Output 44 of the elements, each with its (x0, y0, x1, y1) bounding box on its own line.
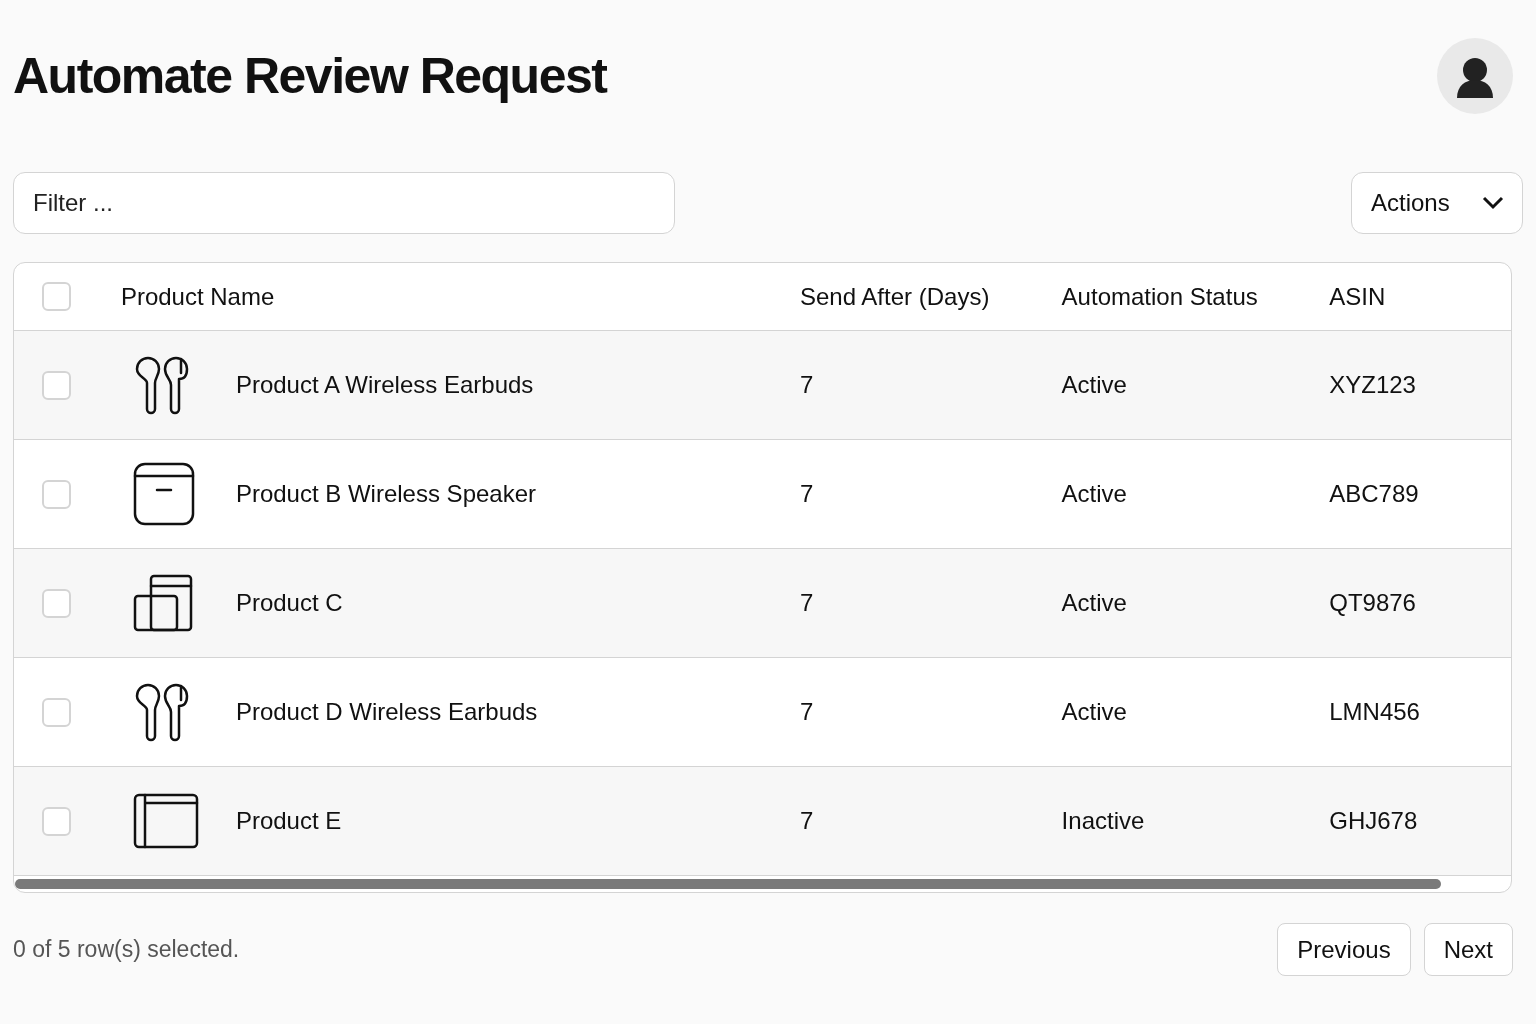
chevron-down-icon (1482, 196, 1504, 210)
selection-count: 0 of 5 row(s) selected. (13, 935, 240, 965)
table-cell: Active (1061, 698, 1127, 725)
table-cell: GHJ678 (1329, 807, 1418, 834)
pagination-button[interactable]: Next (1423, 923, 1513, 976)
table-cell: Active (1061, 371, 1127, 398)
table-cell: ABC789 (1329, 480, 1419, 507)
horizontal-scrollbar[interactable] (15, 879, 1441, 889)
filter-field[interactable]: Filter ... (13, 172, 675, 234)
row-checkbox[interactable] (42, 806, 71, 836)
table-cell: Active (1061, 589, 1127, 616)
column-header: Automation Status (1061, 282, 1258, 310)
table-row[interactable]: Product A Wireless Earbuds 7 Active XYZ123 (14, 331, 1511, 440)
page-title: Automate Review Request (13, 51, 607, 101)
table-cell: 7 (799, 807, 814, 834)
table-row[interactable]: Product E 7 Inactive GHJ678 (14, 767, 1511, 876)
column-header: Send After (Days) (799, 282, 990, 310)
actions-button[interactable]: Actions (1351, 172, 1523, 234)
tablets-icon (132, 574, 195, 632)
table-cell: 7 (799, 589, 814, 616)
table-cell: 7 (799, 371, 814, 398)
table-cell-text: Product D Wireless Earbuds (235, 697, 538, 727)
folio-case-icon (132, 793, 199, 849)
table-cell-text: Product B Wireless Speaker (235, 479, 536, 509)
table-cell: QT9876 (1329, 589, 1416, 616)
table-cell: XYZ123 (1329, 371, 1416, 398)
table-cell-text: Product C (235, 588, 343, 618)
table-row[interactable]: Product C 7 Active QT9876 (14, 549, 1511, 658)
table-cell-text: Product A Wireless Earbuds (235, 370, 534, 400)
table-cell: 7 (799, 698, 814, 725)
table-cell: Inactive (1061, 807, 1145, 834)
row-checkbox[interactable] (42, 370, 71, 400)
row-checkbox[interactable] (42, 479, 71, 509)
row-checkbox[interactable] (42, 282, 71, 311)
table-cell: Active (1061, 480, 1127, 507)
table-cell-text: Product E (235, 806, 342, 836)
table-cell: LMN456 (1329, 698, 1420, 725)
column-header: Product Name (120, 282, 275, 310)
speaker-icon (132, 462, 195, 526)
pagination-button[interactable]: Previous (1277, 923, 1411, 976)
column-header: ASIN (1329, 282, 1386, 310)
row-checkbox[interactable] (42, 588, 71, 618)
table-cell: 7 (799, 480, 814, 507)
row-checkbox[interactable] (42, 697, 71, 727)
